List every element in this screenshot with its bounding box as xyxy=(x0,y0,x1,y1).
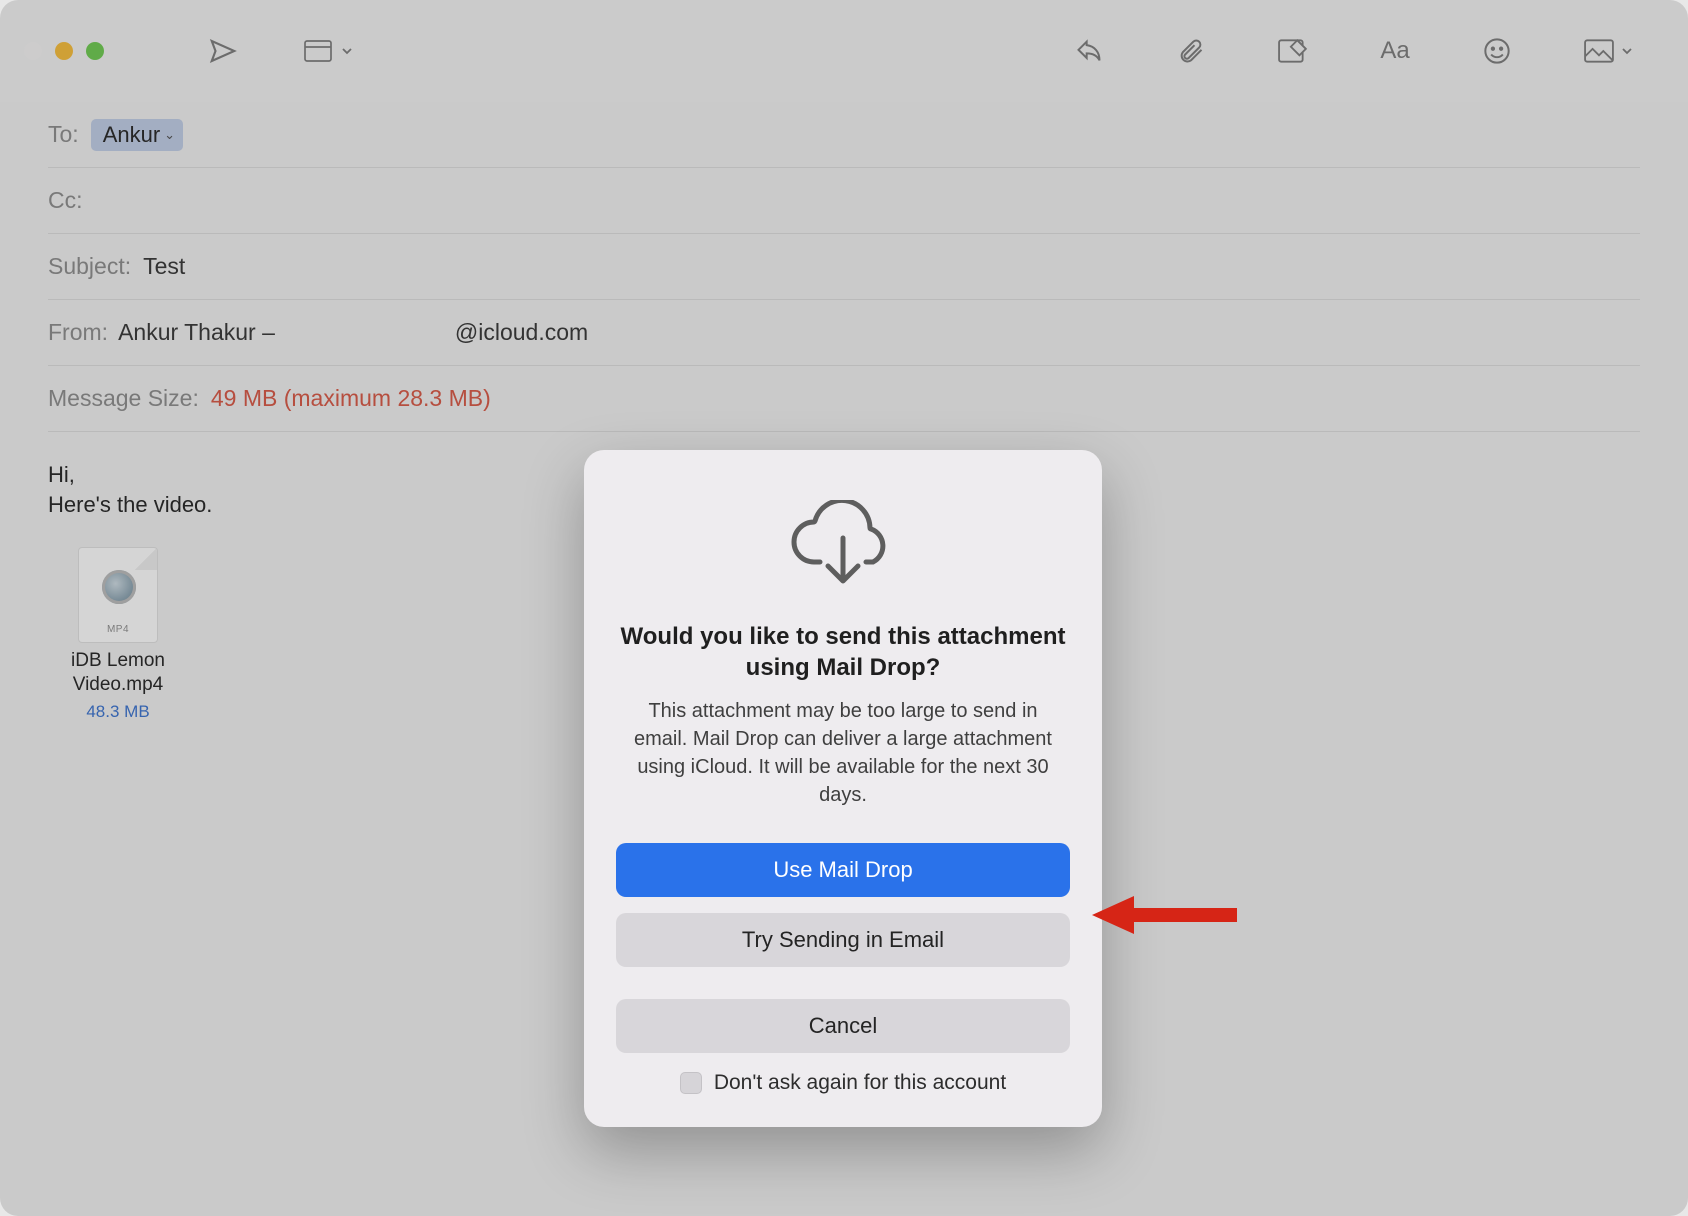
dialog-message: This attachment may be too large to send… xyxy=(616,697,1070,809)
to-row[interactable]: To: Ankur ⌄ xyxy=(48,102,1640,168)
attachment-type-badge: MP4 xyxy=(79,623,157,637)
reply-button[interactable] xyxy=(1060,28,1118,74)
paperclip-icon xyxy=(1176,36,1206,66)
cancel-button[interactable]: Cancel xyxy=(616,999,1070,1053)
attachment-item[interactable]: MP4 iDB Lemon Video.mp4 48.3 MB xyxy=(48,547,188,723)
minimize-window-button[interactable] xyxy=(55,42,73,60)
markup-icon xyxy=(1278,36,1308,66)
emoji-button[interactable] xyxy=(1468,28,1526,74)
attachment-thumbnail: MP4 xyxy=(78,547,158,643)
close-window-button[interactable] xyxy=(24,42,42,60)
try-sending-email-button[interactable]: Try Sending in Email xyxy=(616,913,1070,967)
dont-ask-checkbox[interactable] xyxy=(680,1072,702,1094)
attach-button[interactable] xyxy=(1162,28,1220,74)
reply-icon xyxy=(1074,36,1104,66)
video-thumbnail-icon xyxy=(102,570,136,604)
cc-label: Cc: xyxy=(48,187,83,214)
dont-ask-label: Don't ask again for this account xyxy=(714,1071,1006,1095)
photo-icon xyxy=(1584,36,1614,66)
dont-ask-again-row[interactable]: Don't ask again for this account xyxy=(616,1071,1070,1095)
dialog-title: Would you like to send this attachment u… xyxy=(616,621,1070,683)
mail-drop-dialog: Would you like to send this attachment u… xyxy=(584,450,1102,1127)
to-label: To: xyxy=(48,121,79,148)
send-button[interactable] xyxy=(194,28,252,74)
message-size-row: Message Size: 49 MB (maximum 28.3 MB) xyxy=(48,366,1640,432)
message-size-warning: 49 MB (maximum 28.3 MB) xyxy=(211,385,491,412)
header-fields: To: Ankur ⌄ Cc: Subject: Test From: Anku… xyxy=(0,102,1688,432)
subject-value: Test xyxy=(143,253,185,280)
format-button[interactable]: Aa xyxy=(1366,28,1424,74)
header-fields-menu[interactable] xyxy=(290,28,368,74)
cloud-download-icon xyxy=(616,500,1070,595)
attachment-filename: iDB Lemon Video.mp4 xyxy=(48,649,188,697)
cc-row[interactable]: Cc: xyxy=(48,168,1640,234)
subject-row[interactable]: Subject: Test xyxy=(48,234,1640,300)
from-name: Ankur Thakur – xyxy=(118,319,275,346)
to-recipient-name: Ankur xyxy=(103,122,160,148)
chevron-down-icon: ⌄ xyxy=(164,127,175,143)
send-icon xyxy=(208,36,238,66)
from-row[interactable]: From: Ankur Thakur – @icloud.com xyxy=(48,300,1640,366)
header-fields-icon xyxy=(304,36,334,66)
annotation-arrow xyxy=(1092,890,1242,945)
from-label: From: xyxy=(48,319,108,346)
markup-button[interactable] xyxy=(1264,28,1322,74)
chevron-down-icon xyxy=(340,36,354,66)
attachment-size: 48.3 MB xyxy=(48,701,188,724)
emoji-icon xyxy=(1482,36,1512,66)
insert-photo-button[interactable] xyxy=(1570,28,1648,74)
maximize-window-button[interactable] xyxy=(86,42,104,60)
subject-label: Subject: xyxy=(48,253,131,280)
from-domain: @icloud.com xyxy=(455,319,588,346)
chevron-down-icon xyxy=(1620,36,1634,66)
format-text-icon: Aa xyxy=(1380,36,1410,66)
window-controls xyxy=(24,42,104,60)
message-size-label: Message Size: xyxy=(48,385,199,412)
use-mail-drop-button[interactable]: Use Mail Drop xyxy=(616,843,1070,897)
compose-window: Aa To: Ankur ⌄ xyxy=(0,0,1688,1216)
toolbar: Aa xyxy=(0,0,1688,102)
to-recipient-chip[interactable]: Ankur ⌄ xyxy=(91,119,183,151)
